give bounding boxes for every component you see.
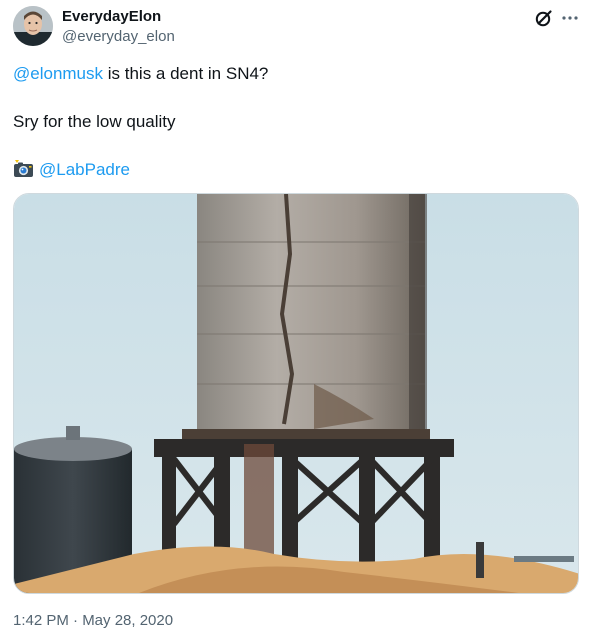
tweet-line-1: @elonmusk is this a dent in SN4? [13,63,268,85]
profile-photo-icon [13,6,53,46]
more-options-icon[interactable] [560,8,580,28]
tweet-line-1-text: is this a dent in SN4? [103,64,269,83]
author-name[interactable]: EverydayElon [62,8,161,26]
author-avatar[interactable] [13,6,53,46]
author-handle[interactable]: @everyday_elon [62,28,175,46]
tweet-photo[interactable] [13,193,579,594]
tweet-line-3: @LabPadre [13,159,130,181]
camera-with-flash-icon [13,160,35,178]
mention-labpadre[interactable]: @LabPadre [39,160,130,179]
tweet: EverydayElon @everyday_elon @elonmusk is… [0,0,590,642]
grok-icon[interactable] [534,8,554,28]
tweet-line-2: Sry for the low quality [13,112,176,131]
mention-elonmusk[interactable]: @elonmusk [13,64,103,83]
tweet-timestamp[interactable]: 1:42 PM · May 28, 2020 [13,612,173,630]
